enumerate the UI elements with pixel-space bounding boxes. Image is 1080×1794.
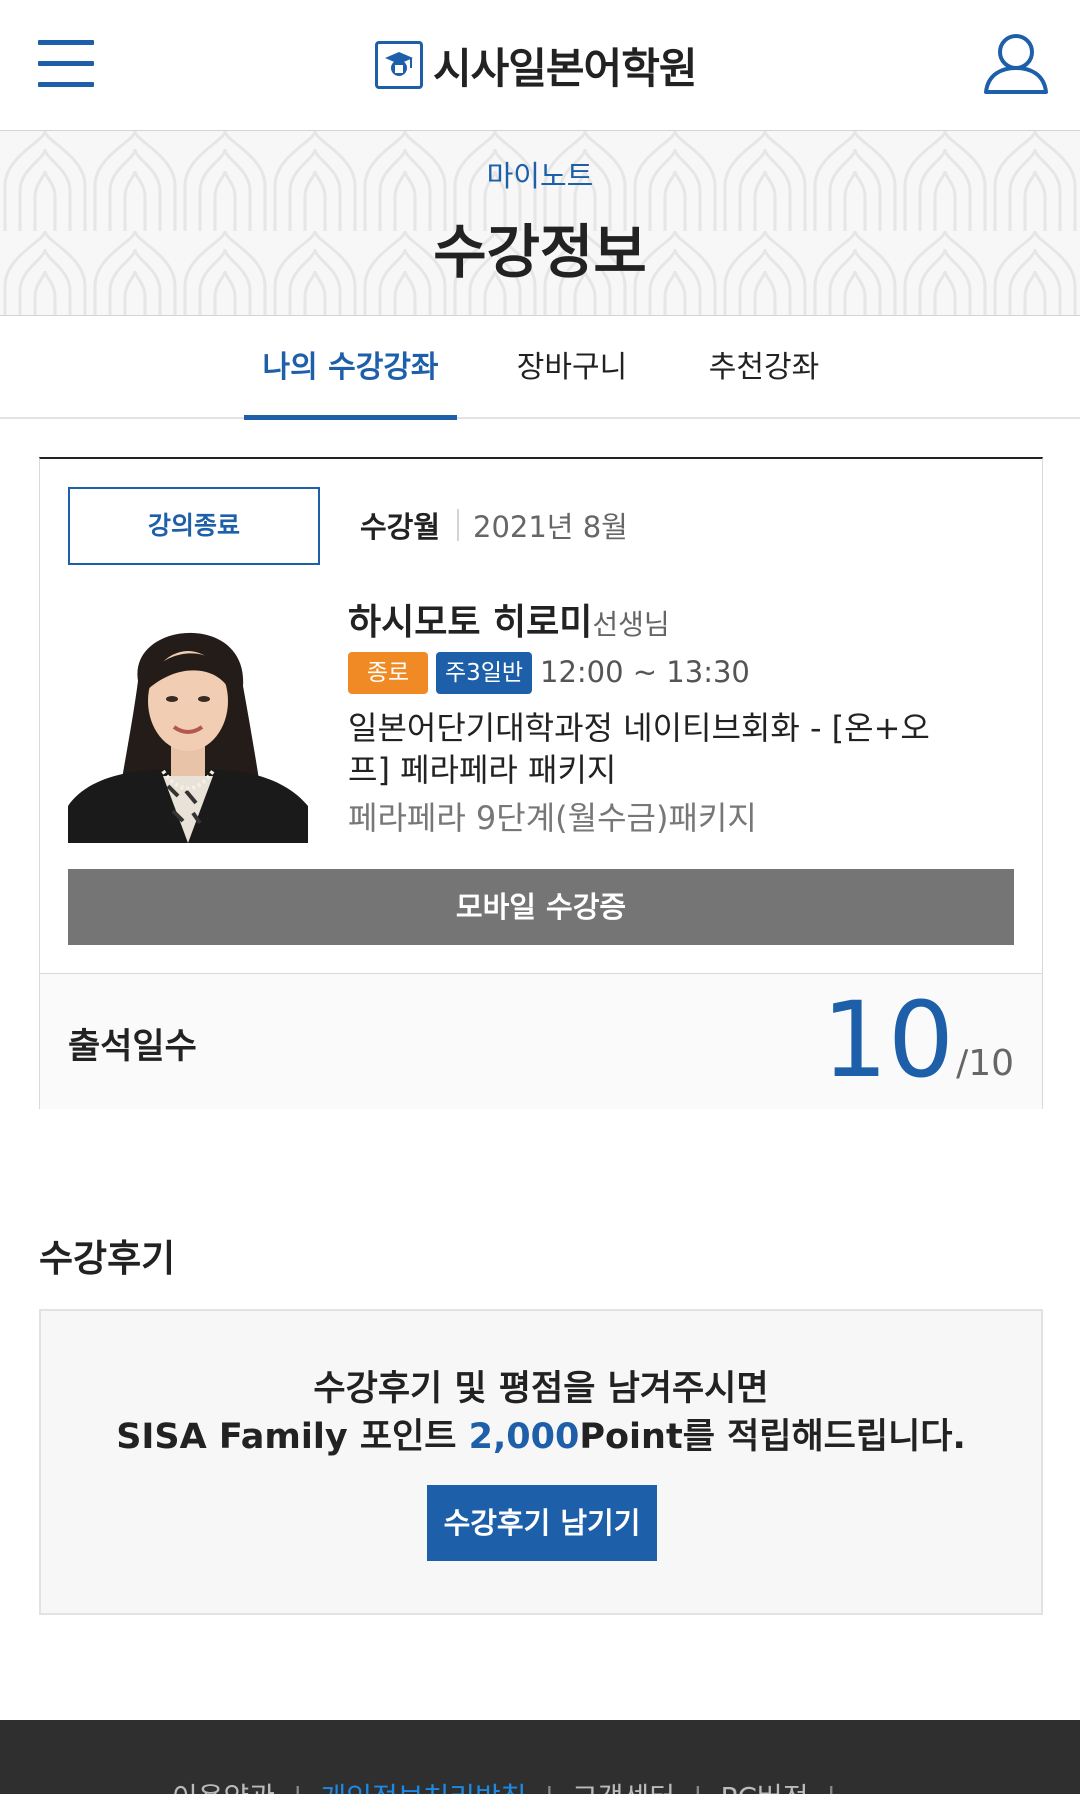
footer-links: 이용약관 | 개인정보처리방침 | 고객센터 | PC버전 | (172, 1776, 854, 1794)
divider: | (545, 1781, 554, 1794)
schedule-badge: 주3일반 (436, 652, 532, 694)
teacher-photo (68, 591, 308, 843)
teacher-name: 하시모토 히로미선생님 (348, 593, 670, 645)
month-label: 수강월 (360, 510, 441, 544)
hamburger-menu-icon[interactable] (38, 40, 94, 88)
teacher-suffix: 선생님 (592, 608, 670, 641)
review-heading: 수강후기 (39, 1237, 176, 1280)
divider: | (826, 1781, 835, 1794)
location-badge: 종로 (348, 652, 428, 694)
user-profile-icon[interactable] (980, 28, 1052, 100)
review-line-1: 수강후기 및 평점을 남겨주시면 (313, 1369, 769, 1409)
course-card: 강의종료 수강월 2021년 8월 하시모토 히로미선생님 종로 주3일반 12… (39, 457, 1043, 1109)
attendance-number: 10 (821, 979, 955, 1101)
class-time: 12:00 ~ 13:30 (540, 655, 750, 689)
review-line-2-suffix: Point를 적립해드립니다. (579, 1417, 966, 1457)
page-title: 수강정보 (433, 218, 647, 286)
tab-bar: 나의 수강강좌 장바구니 추천강좌 (0, 316, 1080, 420)
footer-link-terms[interactable]: 이용약관 (172, 1781, 275, 1794)
review-points: 2,000 (468, 1417, 580, 1457)
review-line-2: SISA Family 포인트 2,000Point를 적립해드립니다. (41, 1413, 1041, 1461)
attendance-row: 출석일수 10 /10 (40, 973, 1042, 1109)
breadcrumb[interactable]: 마이노트 (0, 153, 1080, 195)
attendance-count: 10 /10 (822, 982, 1014, 1092)
divider (457, 509, 459, 541)
attendance-total: /10 (956, 1043, 1014, 1084)
logo-text: 시사일본어학원 (433, 43, 697, 93)
tab-recommended[interactable]: 추천강좌 (690, 316, 838, 419)
divider: | (693, 1781, 702, 1794)
site-header: 시사일본어학원 (0, 0, 1080, 131)
page-title-band: 마이노트 수강정보 (0, 131, 1080, 316)
site-logo[interactable]: 시사일본어학원 (375, 38, 697, 93)
tab-cart[interactable]: 장바구니 (497, 316, 647, 419)
month-value: 2021년 8월 (473, 510, 628, 544)
write-review-button[interactable]: 수강후기 남기기 (427, 1485, 657, 1561)
divider: | (293, 1781, 302, 1794)
review-message: 수강후기 및 평점을 남겨주시면 SISA Family 포인트 2,000Po… (41, 1365, 1041, 1461)
logo-emblem-icon (375, 41, 423, 89)
review-line-2-prefix: SISA Family 포인트 (116, 1417, 469, 1457)
footer-link-privacy[interactable]: 개인정보처리방침 (320, 1781, 526, 1794)
attendance-label: 출석일수 (68, 1027, 197, 1067)
course-status-badge: 강의종료 (68, 487, 320, 565)
footer-link-support[interactable]: 고객센터 (572, 1781, 675, 1794)
course-title: 일본어단기대학과정 네이티브회화 - [온+오프] 페라페라 패키지 (348, 709, 930, 789)
review-box: 수강후기 및 평점을 남겨주시면 SISA Family 포인트 2,000Po… (39, 1309, 1043, 1615)
course-subtitle: 페라페라 9단계(월수금)패키지 (348, 799, 757, 837)
teacher-name-text: 하시모토 히로미 (348, 602, 593, 643)
site-footer: 이용약관 | 개인정보처리방침 | 고객센터 | PC버전 | (0, 1720, 1080, 1794)
tab-my-courses[interactable]: 나의 수강강좌 (244, 316, 457, 420)
mobile-pass-button[interactable]: 모바일 수강증 (68, 869, 1014, 945)
footer-link-pc-version[interactable]: PC버전 (721, 1781, 809, 1794)
